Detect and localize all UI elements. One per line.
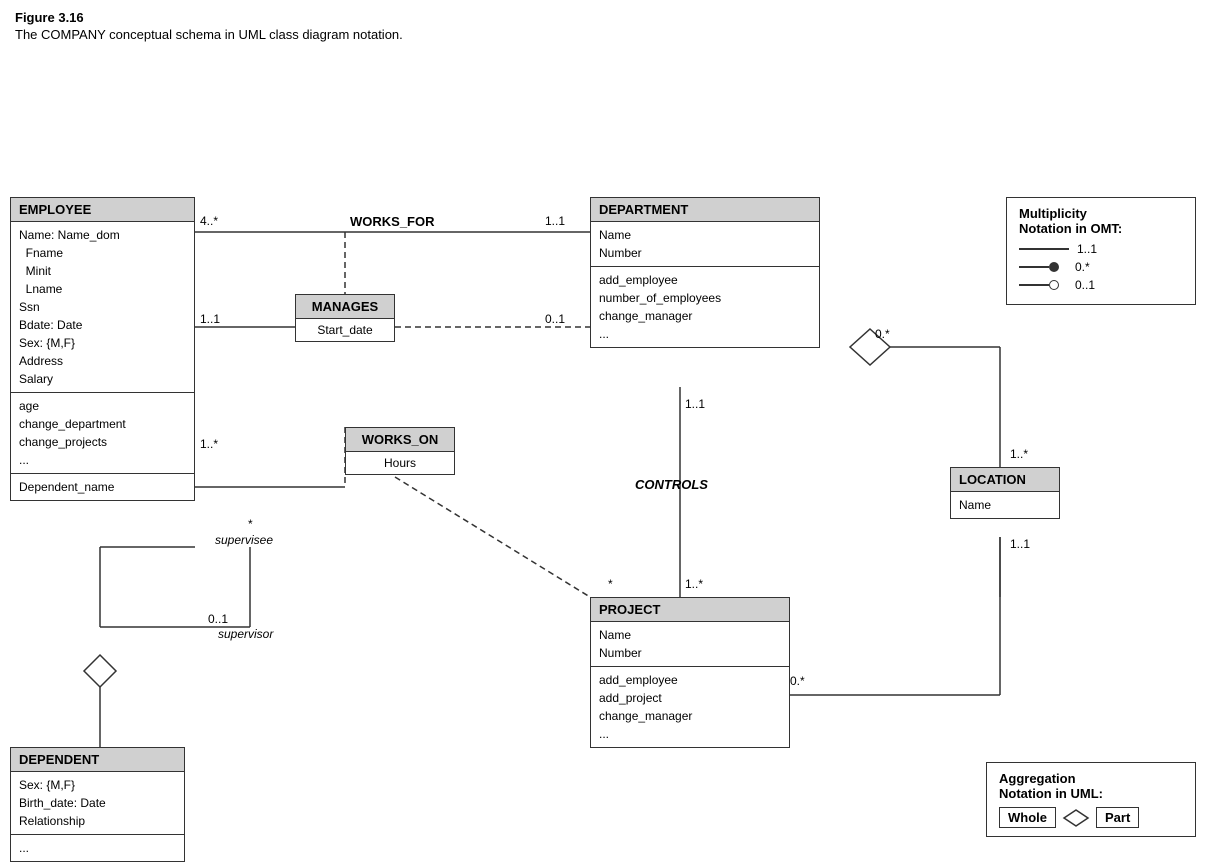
notation-val-3: 0..1 xyxy=(1075,278,1095,292)
supervise-bottom-mult: 0..1 xyxy=(208,612,228,626)
dept-project-bottom-mult: 1..* xyxy=(685,577,703,591)
manages-body: Start_date xyxy=(296,319,394,341)
location-right-top-mult: 1..* xyxy=(1010,447,1028,461)
supervisee-label: supervisee xyxy=(215,533,273,547)
location-right-bottom-mult: 1..1 xyxy=(1010,537,1030,551)
works-for-label: WORKS_FOR xyxy=(350,214,435,229)
notation-title: Multiplicity Notation in OMT: xyxy=(1019,206,1183,236)
dependent-header: DEPENDENT xyxy=(11,748,184,772)
department-methods: add_employee number_of_employees change_… xyxy=(591,267,819,347)
employee-attributes: Name: Name_dom Fname Minit Lname Ssn Bda… xyxy=(11,222,194,393)
dependent-class: DEPENDENT Sex: {M,F} Birth_date: Date Re… xyxy=(10,747,185,862)
figure-caption: The COMPANY conceptual schema in UML cla… xyxy=(0,27,1206,52)
notation-val-2: 0.* xyxy=(1075,260,1090,274)
notation-row-1: 1..1 xyxy=(1019,242,1183,256)
project-attributes: Name Number xyxy=(591,622,789,667)
manages-right-mult: 0..1 xyxy=(545,312,565,326)
notation-row-3: 0..1 xyxy=(1019,278,1183,292)
whole-box: Whole xyxy=(999,807,1056,828)
supervise-top-mult: 1..* xyxy=(200,437,218,451)
department-class: DEPARTMENT Name Number add_employee numb… xyxy=(590,197,820,348)
location-class: LOCATION Name xyxy=(950,467,1060,519)
multiplicity-notation-box: Multiplicity Notation in OMT: 1..1 0.* 0… xyxy=(1006,197,1196,305)
notation-val-1: 1..1 xyxy=(1077,242,1097,256)
works-on-header: WORKS_ON xyxy=(346,428,454,452)
employee-class: EMPLOYEE Name: Name_dom Fname Minit Lnam… xyxy=(10,197,195,501)
dependent-methods: ... xyxy=(11,835,184,861)
project-methods: add_employee add_project change_manager … xyxy=(591,667,789,747)
open-circle-icon xyxy=(1049,280,1059,290)
location-attributes: Name xyxy=(951,492,1059,518)
supervisor-label: supervisor xyxy=(218,627,273,641)
department-header: DEPARTMENT xyxy=(591,198,819,222)
employee-dependent-name: Dependent_name xyxy=(11,474,194,500)
project-class: PROJECT Name Number add_employee add_pro… xyxy=(590,597,790,748)
dependent-attributes: Sex: {M,F} Birth_date: Date Relationship xyxy=(11,772,184,835)
notation-line-1 xyxy=(1019,248,1069,250)
proj-agg-mult: 0.* xyxy=(790,674,805,688)
location-top-mult: 0.* xyxy=(875,327,890,341)
works-on-box: WORKS_ON Hours xyxy=(345,427,455,475)
diamond-icon xyxy=(1062,808,1090,828)
project-header: PROJECT xyxy=(591,598,789,622)
manages-left-mult: 1..1 xyxy=(200,312,220,326)
figure-title: Figure 3.16 xyxy=(0,0,1206,27)
department-attributes: Name Number xyxy=(591,222,819,267)
dept-project-top-mult: 1..1 xyxy=(685,397,705,411)
aggregation-row: Whole Part xyxy=(999,807,1183,828)
supervise-star: * xyxy=(248,517,253,531)
aggregation-title: Aggregation Notation in UML: xyxy=(999,771,1183,801)
filled-circle-icon xyxy=(1049,262,1059,272)
notation-line-dot-filled xyxy=(1019,262,1059,272)
works-on-body: Hours xyxy=(346,452,454,474)
notation-row-2: 0.* xyxy=(1019,260,1183,274)
location-header: LOCATION xyxy=(951,468,1059,492)
manages-header: MANAGES xyxy=(296,295,394,319)
manages-box: MANAGES Start_date xyxy=(295,294,395,342)
works-for-left-mult: 4..* xyxy=(200,214,218,228)
employee-methods: age change_department change_projects ..… xyxy=(11,393,194,474)
part-box: Part xyxy=(1096,807,1139,828)
controls-label: CONTROLS xyxy=(635,477,708,492)
notation-line-dot-open xyxy=(1019,280,1059,290)
works-for-right-mult: 1..1 xyxy=(545,214,565,228)
employee-header: EMPLOYEE xyxy=(11,198,194,222)
aggregation-notation-box: Aggregation Notation in UML: Whole Part xyxy=(986,762,1196,837)
project-star-mult: * xyxy=(608,577,613,591)
